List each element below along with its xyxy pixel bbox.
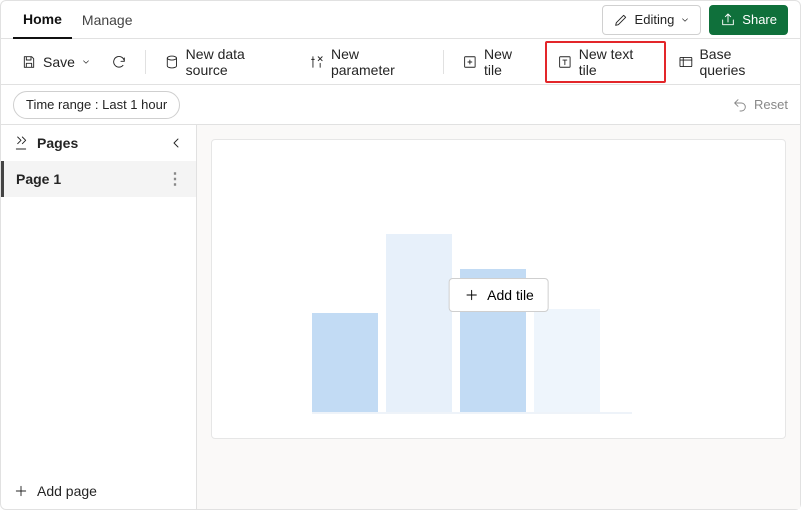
save-button[interactable]: Save — [13, 45, 99, 79]
tile-plus-icon — [462, 54, 478, 70]
pencil-icon — [613, 12, 629, 28]
tab-home[interactable]: Home — [13, 1, 72, 39]
save-label: Save — [43, 54, 75, 70]
add-tile-button[interactable]: Add tile — [448, 278, 549, 312]
tab-manage-label: Manage — [82, 12, 133, 28]
queries-icon — [678, 54, 694, 70]
base-queries-button[interactable]: Base queries — [670, 45, 788, 79]
chevron-down-icon — [81, 57, 91, 67]
page-item-menu-icon[interactable]: ⋮ — [167, 169, 184, 189]
new-data-source-button[interactable]: New data source — [156, 45, 297, 79]
chart-bar — [534, 309, 600, 412]
highlight-new-text-tile: New text tile — [545, 41, 666, 83]
pages-title: Pages — [37, 135, 78, 151]
save-icon — [21, 54, 37, 70]
reset-button[interactable]: Reset — [732, 97, 788, 113]
add-page-label: Add page — [37, 483, 97, 499]
pages-header: Pages — [1, 125, 196, 161]
editing-mode-button[interactable]: Editing — [602, 5, 702, 35]
chevron-down-icon — [680, 15, 690, 25]
time-range-pill[interactable]: Time range : Last 1 hour — [13, 91, 180, 119]
time-range-label: Time range : — [26, 97, 99, 112]
new-tile-label: New tile — [484, 46, 533, 78]
chart-bar — [312, 313, 378, 412]
plus-icon — [13, 483, 29, 499]
filter-row: Time range : Last 1 hour Reset — [1, 85, 800, 125]
chart-bar — [386, 234, 452, 412]
tab-home-label: Home — [23, 11, 62, 27]
toolbar: Save New data source New parameter New t… — [1, 39, 800, 85]
pages-sidebar: Pages Page 1 ⋮ Add page — [1, 125, 197, 509]
placeholder-bar-chart — [312, 214, 632, 414]
share-icon — [720, 12, 736, 28]
chevron-left-icon[interactable] — [168, 135, 184, 151]
refresh-icon — [111, 54, 127, 70]
database-icon — [164, 54, 180, 70]
reset-label: Reset — [754, 97, 788, 112]
tab-manage[interactable]: Manage — [72, 1, 143, 39]
base-queries-label: Base queries — [699, 46, 780, 78]
main-area: Pages Page 1 ⋮ Add page Add tile — [1, 125, 800, 509]
new-parameter-label: New parameter — [331, 46, 425, 78]
add-tile-label: Add tile — [487, 287, 534, 303]
separator — [145, 50, 146, 74]
new-tile-button[interactable]: New tile — [454, 45, 541, 79]
new-text-tile-label: New text tile — [579, 46, 654, 78]
page-item-label: Page 1 — [16, 171, 61, 187]
pages-icon — [13, 135, 29, 151]
refresh-button[interactable] — [103, 45, 135, 79]
new-text-tile-button[interactable]: New text tile — [549, 45, 662, 79]
plus-icon — [463, 287, 479, 303]
share-button[interactable]: Share — [709, 5, 788, 35]
new-data-source-label: New data source — [186, 46, 290, 78]
time-range-value: Last 1 hour — [102, 97, 167, 112]
undo-icon — [732, 97, 748, 113]
dashboard-canvas[interactable]: Add tile — [211, 139, 786, 439]
tabs-row: Home Manage Editing Share — [1, 1, 800, 39]
separator — [443, 50, 444, 74]
canvas-wrap: Add tile — [197, 125, 800, 509]
text-tile-icon — [557, 54, 573, 70]
sidebar-item-page-1[interactable]: Page 1 ⋮ — [1, 161, 196, 197]
share-label: Share — [742, 12, 777, 27]
new-parameter-button[interactable]: New parameter — [301, 45, 433, 79]
add-page-button[interactable]: Add page — [1, 473, 196, 509]
editing-label: Editing — [635, 12, 675, 27]
parameter-icon — [309, 54, 325, 70]
